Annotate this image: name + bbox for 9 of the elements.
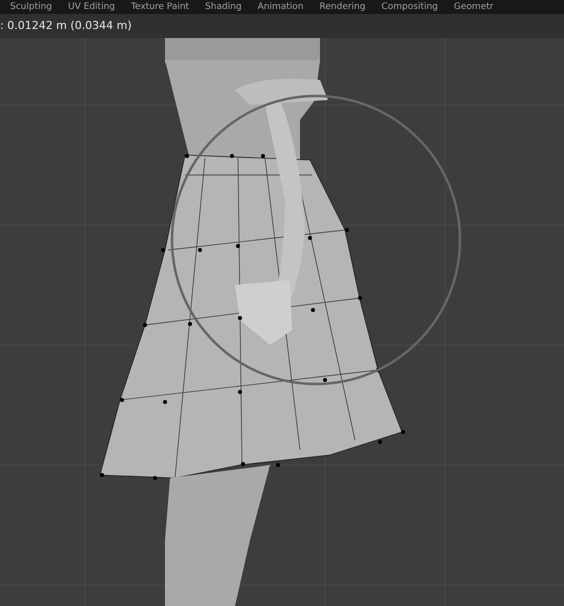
operator-info: : 0.01242 m (0.0344 m) [0, 18, 132, 34]
workspace-tab[interactable]: Geometr [450, 1, 498, 13]
workspace-tab[interactable]: Texture Paint [126, 1, 194, 13]
workspace-tab[interactable]: Rendering [316, 1, 370, 13]
workspace-tab[interactable]: Shading [201, 1, 246, 13]
workspace-tab[interactable]: Sculpting [6, 1, 56, 13]
workspace-tab[interactable]: Animation [254, 1, 308, 13]
workspace-tab[interactable]: Compositing [377, 1, 442, 13]
workspace-tab[interactable]: UV Editing [64, 1, 119, 13]
